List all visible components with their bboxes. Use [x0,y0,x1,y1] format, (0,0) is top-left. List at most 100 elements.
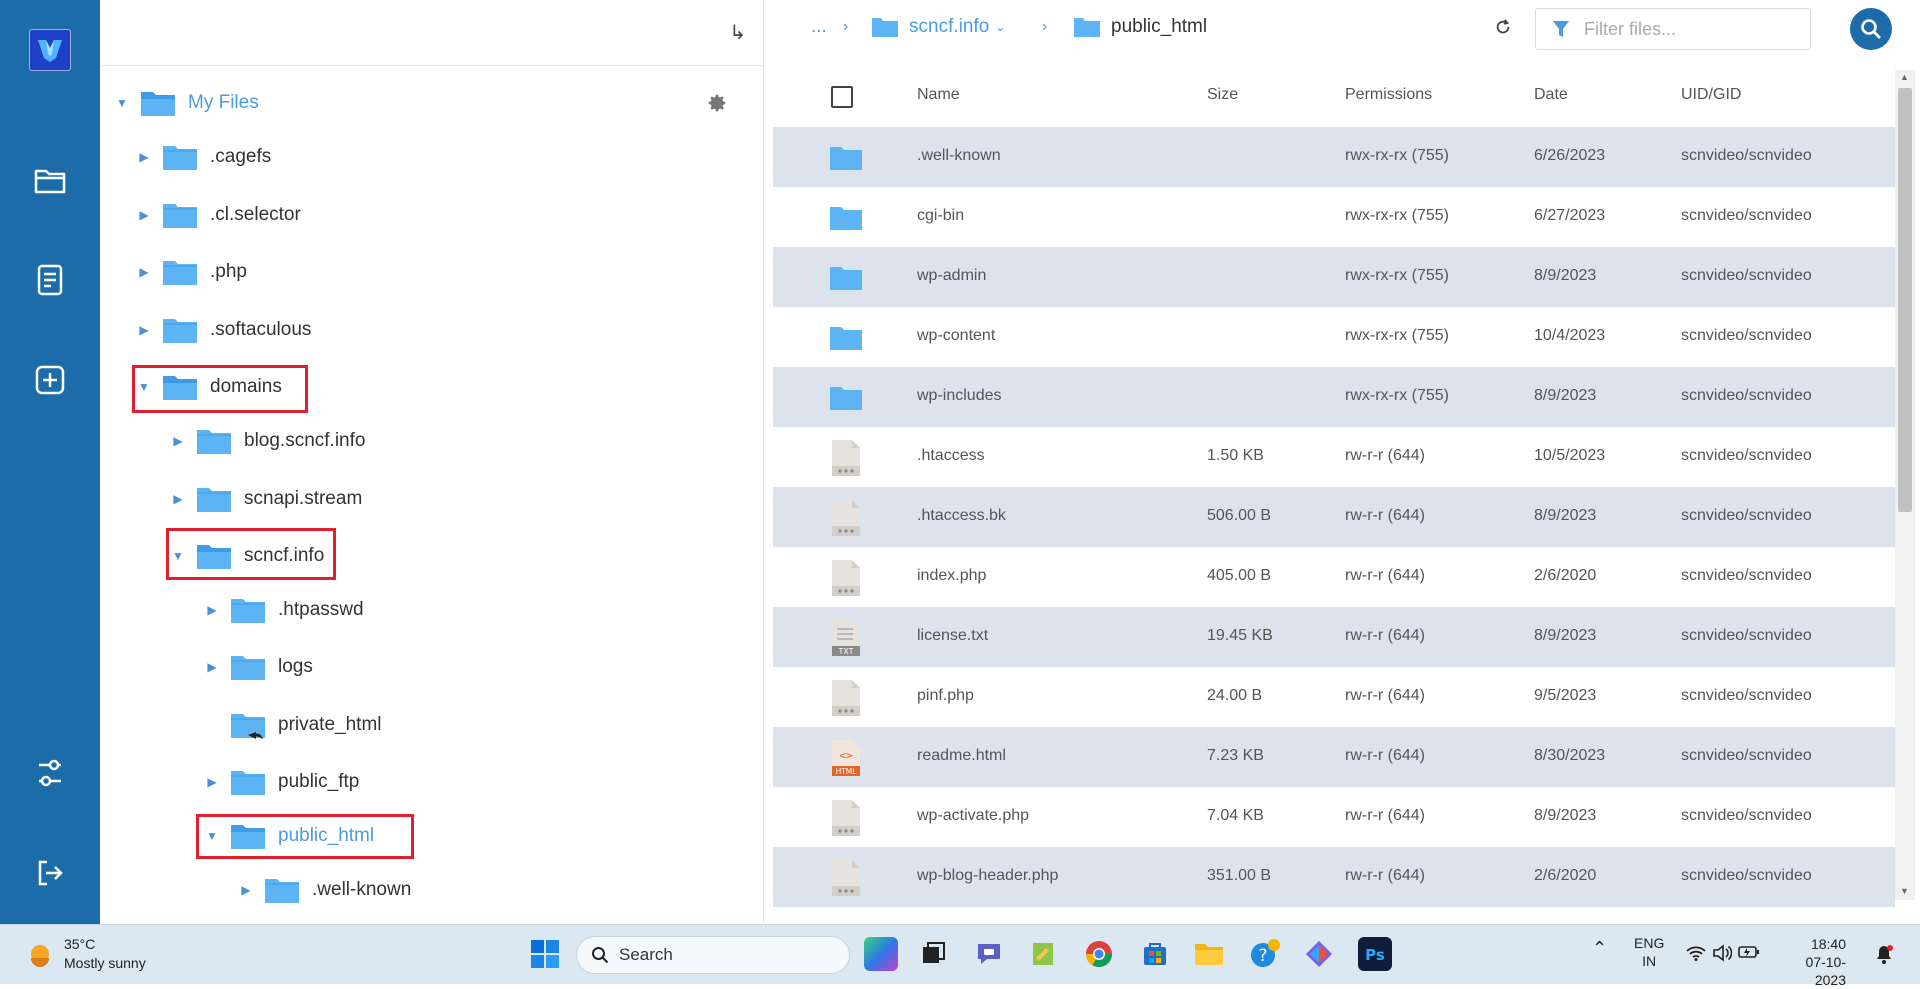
tree-node[interactable]: ▶ .php [136,252,247,292]
cell-permissions[interactable]: rw-r-r (644) [1345,507,1425,525]
tree-node[interactable]: ▶ .cagefs [136,137,271,177]
collapse-arrow-icon[interactable]: ▶ [204,775,220,789]
microsoft-store-icon[interactable] [1138,937,1172,971]
cell-name[interactable]: wp-activate.php [917,807,1029,825]
cell-name[interactable]: readme.html [917,747,1006,765]
filter-input[interactable] [1584,18,1784,40]
cell-permissions[interactable]: rw-r-r (644) [1345,867,1425,885]
cell-permissions[interactable]: rwx-rx-rx (755) [1345,147,1449,165]
clock[interactable]: 18:40 07-10-2023 [1782,935,1846,989]
language-indicator[interactable]: ENG IN [1634,934,1664,970]
tree-node[interactable]: ▶ .htpasswd [204,590,364,630]
cell-permissions[interactable]: rw-r-r (644) [1345,447,1425,465]
collapse-arrow-icon[interactable]: ▶ [136,323,152,337]
settings-sliders-icon[interactable] [30,753,70,793]
file-explorer-icon[interactable] [1192,937,1226,971]
collapse-panel-icon[interactable]: ↳ [729,20,746,45]
table-row[interactable]: cgi-bin rwx-rx-rx (755) 6/27/2023 scnvideo/… [773,187,1895,247]
cell-name[interactable]: wp-includes [917,387,1001,405]
collapse-arrow-icon[interactable]: ▶ [170,492,186,506]
tree-node[interactable]: ▶ public_ftp [204,762,359,802]
tree-node[interactable]: ▶ blog.scncf.info [170,421,365,461]
photoshop-icon[interactable]: Ps [1358,937,1392,971]
scroll-down-icon[interactable]: ▼ [1900,886,1909,896]
select-all-checkbox[interactable] [831,86,853,108]
cell-permissions[interactable]: rw-r-r (644) [1345,567,1425,585]
cell-name[interactable]: wp-content [917,327,995,345]
table-row[interactable]: wp-admin rwx-rx-rx (755) 8/9/2023 scnvideo/… [773,247,1895,307]
task-view-icon[interactable] [916,937,950,971]
teams-chat-icon[interactable] [972,937,1006,971]
chevron-up-icon[interactable]: ⌃ [1592,939,1607,957]
cell-permissions[interactable]: rw-r-r (644) [1345,807,1425,825]
cell-permissions[interactable]: rwx-rx-rx (755) [1345,267,1449,285]
cell-name[interactable]: index.php [917,567,986,585]
logout-icon[interactable] [30,853,70,893]
breadcrumb-ellipsis[interactable]: ... [811,16,827,38]
add-icon[interactable] [30,360,70,400]
collapse-arrow-icon[interactable]: ▶ [170,434,186,448]
cell-name[interactable]: cgi-bin [917,207,964,225]
table-row[interactable]: pinf.php 24.00 B rw-r-r (644) 9/5/2023 scnvi… [773,667,1895,727]
table-row[interactable]: index.php 405.00 B rw-r-r (644) 2/6/2020 scn… [773,547,1895,607]
app-logo-icon[interactable] [29,29,71,71]
table-row[interactable]: .htaccess 1.50 KB rw-r-r (644) 10/5/2023 scn… [773,427,1895,487]
git-app-icon[interactable] [1302,937,1336,971]
wifi-icon[interactable] [1686,945,1706,965]
cell-permissions[interactable]: rwx-rx-rx (755) [1345,207,1449,225]
column-header-uid[interactable]: UID/GID [1681,86,1741,104]
files-icon[interactable] [30,160,70,200]
cell-name[interactable]: pinf.php [917,687,974,705]
table-row[interactable]: .well-known rwx-rx-rx (755) 6/26/2023 scnvi… [773,127,1895,187]
search-button[interactable] [1850,8,1892,50]
column-header-name[interactable]: Name [917,86,960,104]
notification-bell-icon[interactable] [1875,944,1893,968]
collapse-arrow-icon[interactable]: ▶ [136,265,152,279]
taskbar-search[interactable]: Search [576,936,850,974]
cell-name[interactable]: license.txt [917,627,988,645]
battery-icon[interactable] [1738,945,1760,963]
cell-permissions[interactable]: rwx-rx-rx (755) [1345,387,1449,405]
cell-permissions[interactable]: rw-r-r (644) [1345,627,1425,645]
breadcrumb-domain[interactable]: scncf.info ⌄ [871,16,1005,38]
chevron-down-icon[interactable]: ⌄ [995,20,1005,34]
cell-permissions[interactable]: rw-r-r (644) [1345,747,1425,765]
weather-widget[interactable]: 35°C Mostly sunny [26,935,146,973]
tree-node[interactable]: ▶ scnapi.stream [170,479,362,519]
cell-name[interactable]: wp-admin [917,267,986,285]
document-icon[interactable] [30,260,70,300]
cell-permissions[interactable]: rwx-rx-rx (755) [1345,327,1449,345]
notepad-icon[interactable] [1026,937,1060,971]
collapse-arrow-icon[interactable]: ▶ [238,883,254,897]
cell-name[interactable]: .well-known [917,147,1001,165]
table-row[interactable]: wp-blog-header.php 351.00 B rw-r-r (644) 2/… [773,847,1895,907]
column-header-permissions[interactable]: Permissions [1345,86,1432,104]
vertical-scrollbar[interactable]: ▲ ▼ [1895,70,1915,900]
help-icon[interactable]: ? [1248,937,1282,971]
table-row[interactable]: <> HTML readme.html 7.23 KB rw-r-r (644) 8/30… [773,727,1895,787]
tree-node[interactable]: ▶ .well-known [238,870,411,910]
cell-name[interactable]: .htaccess [917,447,985,465]
tree-node[interactable]: ▶ .softaculous [136,310,311,350]
expand-arrow-icon[interactable]: ▼ [114,96,130,110]
table-row[interactable]: wp-activate.php 7.04 KB rw-r-r (644) 8/9/20… [773,787,1895,847]
volume-icon[interactable] [1712,944,1733,966]
gear-icon[interactable] [706,92,728,119]
windows-start-icon[interactable] [528,937,562,971]
refresh-icon[interactable] [1494,18,1512,41]
table-row[interactable]: wp-content rwx-rx-rx (755) 10/4/2023 scnvid… [773,307,1895,367]
collapse-arrow-icon[interactable]: ▶ [204,660,220,674]
table-row[interactable]: wp-includes rwx-rx-rx (755) 8/9/2023 scnvid… [773,367,1895,427]
collapse-arrow-icon[interactable]: ▶ [136,150,152,164]
copilot-icon[interactable] [864,937,898,971]
breadcrumb-current[interactable]: public_html [1073,16,1207,38]
cell-name[interactable]: .htaccess.bk [917,507,1006,525]
column-header-date[interactable]: Date [1534,86,1568,104]
tree-node[interactable]: private_html [204,705,382,745]
column-header-size[interactable]: Size [1207,86,1238,104]
tree-node[interactable]: ▶ logs [204,647,313,687]
cell-permissions[interactable]: rw-r-r (644) [1345,687,1425,705]
tree-node[interactable]: ▶ .cl.selector [136,195,301,235]
table-row[interactable]: .htaccess.bk 506.00 B rw-r-r (644) 8/9/2023… [773,487,1895,547]
collapse-arrow-icon[interactable]: ▶ [204,603,220,617]
